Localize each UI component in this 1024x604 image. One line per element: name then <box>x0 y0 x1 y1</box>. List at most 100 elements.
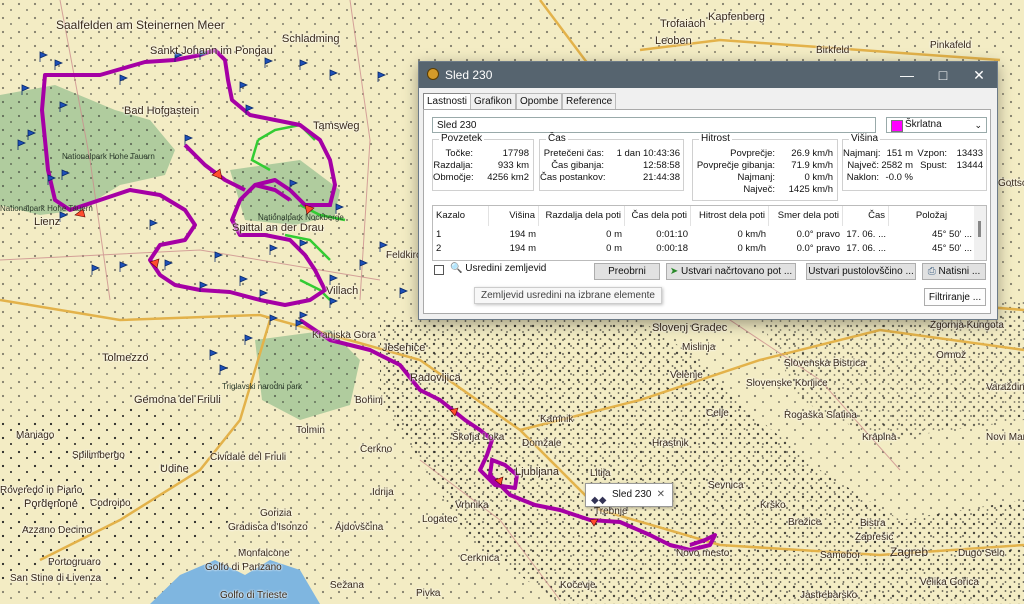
avg-speed-label: Povprečje: <box>730 148 775 159</box>
color-dropdown[interactable]: Škrlatna ⌄ <box>886 117 987 133</box>
place-label: Velenje <box>670 370 703 381</box>
table-cell[interactable]: 194 m <box>489 242 539 256</box>
place-label: Golfo di Trieste <box>220 590 288 601</box>
table-cell[interactable]: 17. 06. ... <box>843 228 889 242</box>
moving-avg-label: Povprečje gibanja: <box>696 160 775 171</box>
invert-button[interactable]: Preobrni <box>594 263 660 280</box>
place-label: Kočevje <box>560 580 596 591</box>
table-cell[interactable]: 0.0° pravo <box>769 242 843 256</box>
elevation-max-value: 2582 m <box>881 160 913 171</box>
place-label: Bad Hofgastein <box>124 105 200 117</box>
grade-row: Naklon: -0.0 % <box>843 172 986 184</box>
column-header[interactable]: Višina <box>489 206 539 226</box>
place-label: Kapfenberg <box>708 11 765 23</box>
column-header[interactable]: Razdalja dela poti <box>539 206 625 226</box>
place-label: Dugo Selo <box>958 548 1005 559</box>
column-header[interactable]: Čas dela poti <box>625 206 691 226</box>
table-cell[interactable]: 45° 50' ... <box>889 242 975 256</box>
table-scrollbar[interactable] <box>974 206 986 260</box>
place-label: Škofja Loka <box>452 432 505 443</box>
close-icon[interactable]: ✕ <box>961 62 997 88</box>
place-label: Bistra <box>860 518 886 529</box>
track-label-callout[interactable]: ◆◆ Sled 230 ✕ <box>585 483 673 507</box>
table-cell[interactable]: 0.0° pravo <box>769 228 843 242</box>
place-label: Bohinj <box>355 395 383 406</box>
time-group: Čas Pretečeni čas: 1 dan 10:43:36 Čas gi… <box>539 133 684 191</box>
table-cell[interactable]: 0:00:18 <box>625 242 691 256</box>
scrollbar-thumb[interactable] <box>978 221 981 237</box>
track-points-table[interactable]: Kazalo Višina Razdalja dela poti Čas del… <box>432 205 987 261</box>
time-title: Čas <box>546 133 568 144</box>
place-label: Pordenone <box>24 498 78 510</box>
elevation-min-label: Najmanj: <box>843 148 881 159</box>
table-cell[interactable]: 0:01:10 <box>625 228 691 242</box>
place-label: Sevnica <box>708 480 744 491</box>
table-cell[interactable]: 0 km/h <box>691 228 769 242</box>
place-label: Brežice <box>788 517 822 528</box>
column-header[interactable]: Smer dela poti <box>769 206 843 226</box>
table-cell[interactable]: 45° 50' ... <box>889 228 975 242</box>
table-cell[interactable]: 1 <box>433 228 489 242</box>
place-label: Jastrebarsko <box>800 590 858 601</box>
points-value: 17798 <box>502 148 529 159</box>
stopped-time-value: 21:44:38 <box>643 172 680 183</box>
park-label: Triglavski narodni park <box>222 382 303 391</box>
table-cell[interactable]: 194 m <box>489 228 539 242</box>
center-map-checkbox[interactable] <box>434 265 444 275</box>
place-label: Varaždin <box>986 382 1024 393</box>
create-route-button[interactable]: ➤ Ustvari načrtovano pot ... <box>666 263 796 280</box>
moving-time-label: Čas gibanja: <box>551 160 604 171</box>
moving-time-row: Čas gibanja: 12:58:58 <box>540 160 683 172</box>
place-label: Saalfelden am Steinernen Meer <box>56 18 225 32</box>
place-label: Novo mesto <box>676 548 730 559</box>
place-label: Jesenice <box>382 342 426 354</box>
place-label: Trofaiach <box>660 18 706 30</box>
dialog-titlebar[interactable]: Sled 230 — □ ✕ <box>419 62 997 88</box>
column-header[interactable]: Kazalo <box>433 206 489 226</box>
place-label: Novi Marof <box>986 432 1024 443</box>
elevation-min-value: 151 m <box>886 148 913 159</box>
speed-title: Hitrost <box>699 133 732 144</box>
tab-notes[interactable]: Opombe <box>516 93 563 109</box>
table-cell[interactable]: 0 m <box>539 242 625 256</box>
track-name-input[interactable]: Sled 230 <box>432 117 876 133</box>
tab-graph[interactable]: Grafikon <box>470 93 516 109</box>
minimize-icon[interactable]: — <box>889 62 925 88</box>
create-adventure-button[interactable]: Ustvari pustolovščino ... <box>806 263 916 280</box>
place-label: Zgornja Kungota <box>930 320 1004 331</box>
elevation-min-row: Najmanj: 151 m Vzpon: 13433 <box>843 148 986 160</box>
filter-button[interactable]: Filtriranje ... <box>924 288 986 306</box>
place-label: Kamnik <box>540 414 574 425</box>
ascent-value: 13433 <box>956 148 983 159</box>
table-cell[interactable]: 0 m <box>539 228 625 242</box>
place-label: Cividale del Friuli <box>210 452 287 463</box>
maximize-icon[interactable]: □ <box>925 62 961 88</box>
place-label: Portogruaro <box>48 557 101 568</box>
column-header[interactable]: Hitrost dela poti <box>691 206 769 226</box>
place-label: Monfalcone <box>238 548 290 559</box>
place-label: Logatec <box>422 514 458 525</box>
track-icon: ◆◆ <box>591 495 607 506</box>
place-label: Gottschee <box>998 178 1024 189</box>
place-label: Gemona del Friuli <box>134 394 221 406</box>
park-label: Nationalpark Hohe Tauern <box>0 204 93 213</box>
place-label: Ormož <box>936 350 966 361</box>
place-label: Sankt Johann im Pongau <box>150 45 273 57</box>
column-header[interactable]: Položaj <box>889 206 975 226</box>
center-map-label[interactable]: 🔍 Usredini zemljevid <box>450 263 546 274</box>
tab-references[interactable]: Reference <box>562 93 617 109</box>
place-label: Golfo di Panzano <box>205 562 282 573</box>
place-label: Rogaška Slatina <box>784 410 857 421</box>
print-button[interactable]: ⎙ Natisni ... <box>922 263 986 280</box>
table-cell[interactable]: 17. 06. ... <box>843 242 889 256</box>
close-icon[interactable]: ✕ <box>657 484 665 506</box>
tooltip: Zemljevid usredini na izbrane elemente <box>474 287 662 304</box>
elapsed-row: Pretečeni čas: 1 dan 10:43:36 <box>540 148 683 160</box>
table-cell[interactable]: 2 <box>433 242 489 256</box>
column-header[interactable]: Čas <box>843 206 889 226</box>
properties-panel: Sled 230 Škrlatna ⌄ Povzetek Točke: 1779… <box>423 109 991 314</box>
place-label: Schladming <box>282 33 340 45</box>
place-label: Lienz <box>34 216 61 228</box>
table-cell[interactable]: 0 km/h <box>691 242 769 256</box>
place-label: Celje <box>706 408 729 419</box>
